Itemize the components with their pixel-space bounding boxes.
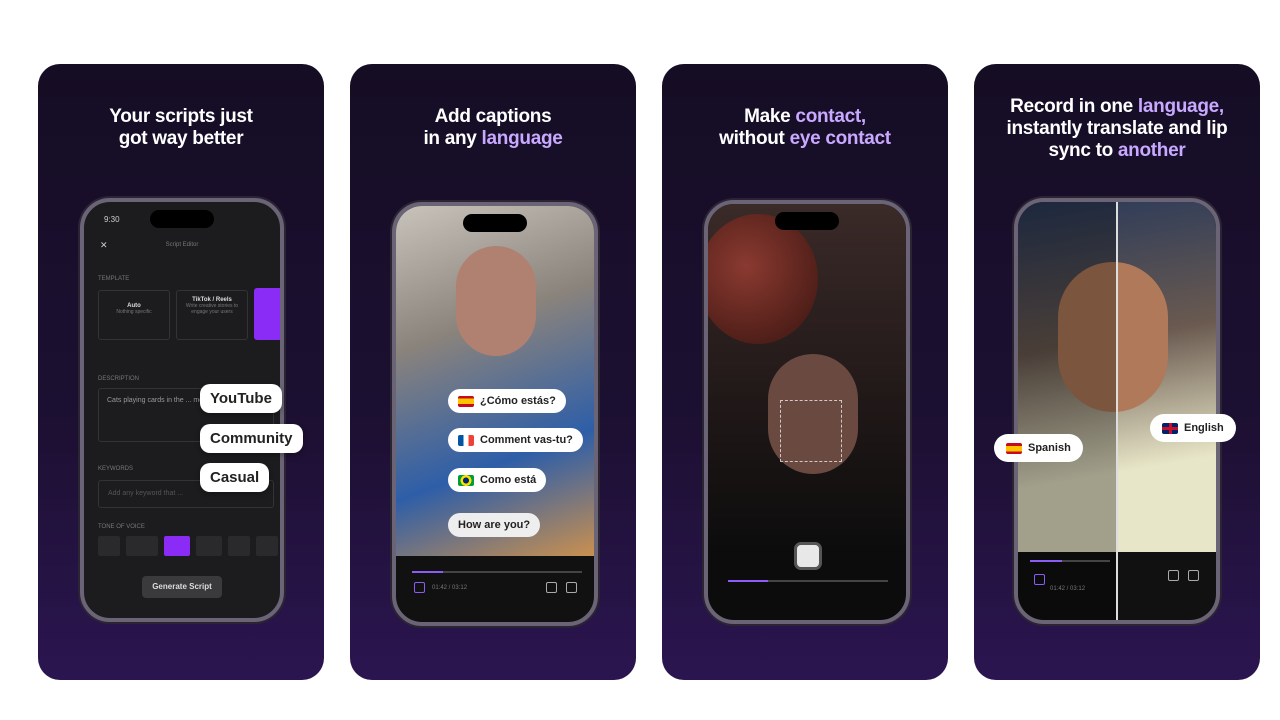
spain-flag-icon [1006, 442, 1022, 454]
title-accent: another [1117, 140, 1186, 161]
video-time: 01:42 / 03:12 [432, 585, 468, 591]
tone-option[interactable] [126, 536, 158, 556]
original-side-overlay [1018, 202, 1116, 620]
screenshot-card-captions: Add captions in any language 01:42 / 03:1… [350, 64, 636, 680]
phone-mockup [704, 200, 910, 624]
status-time: 9:30 [104, 215, 120, 224]
template-label: TEMPLATE [98, 276, 130, 282]
phone-mockup: 01:42 / 03:12 [1014, 198, 1220, 624]
title-accent: language, [1137, 96, 1224, 117]
language-text: Spanish [1028, 442, 1071, 454]
description-label: DESCRIPTION [98, 376, 140, 382]
title-line: Add captions [434, 106, 552, 127]
uk-flag-icon [1162, 422, 1178, 434]
progress-bar[interactable] [1030, 560, 1110, 562]
title-line: in any [423, 128, 482, 149]
title-line: got way better [118, 128, 244, 149]
face-placeholder [456, 246, 536, 356]
progress-bar[interactable] [412, 571, 582, 573]
tone-option[interactable] [98, 536, 120, 556]
language-text: English [1184, 422, 1224, 434]
title-accent: contact, [795, 106, 866, 127]
tone-pill: Casual [200, 463, 270, 492]
template-selected[interactable] [254, 288, 280, 340]
fullscreen-icon[interactable] [566, 582, 577, 593]
france-flag-icon [458, 434, 474, 446]
phone-mockup: 01:42 / 03:12 [392, 202, 598, 626]
tone-option[interactable] [196, 536, 222, 556]
screenshot-card-translate: Record in one language, instantly transl… [974, 64, 1260, 680]
dynamic-island [775, 212, 839, 230]
video-time: 01:42 / 03:12 [1050, 586, 1086, 592]
caption-bubble: Como está [448, 468, 547, 492]
template-tiktok[interactable]: TikTok / Reels Write creative stories to … [176, 290, 248, 340]
progress-fill [728, 580, 768, 582]
title-text: Make [744, 106, 796, 127]
title-line: Your scripts just [109, 106, 253, 127]
tone-option[interactable] [228, 536, 250, 556]
caption-text: ¿Cómo estás? [480, 395, 556, 407]
screenshot-card-eye-contact: Make contact, without eye contact [662, 64, 948, 680]
dynamic-island [463, 214, 527, 232]
record-button[interactable] [794, 542, 822, 570]
tone-options [98, 536, 278, 556]
caption-bubble: How are you? [448, 513, 541, 537]
tone-option[interactable] [256, 536, 278, 556]
screenshot-card-script: Your scripts just got way better 9:30 ✕ S… [38, 64, 324, 680]
language-label-english: English [1150, 414, 1236, 442]
title-accent: language [481, 128, 563, 149]
title-text: instantly translate and lip [1006, 118, 1228, 139]
face-tracking-frame [780, 400, 842, 462]
caption-text: How are you? [458, 519, 531, 531]
language-label-spanish: Spanish [994, 434, 1083, 462]
keywords-label: KEYWORDS [98, 466, 134, 472]
tone-option-selected[interactable] [164, 536, 190, 556]
card-title: Add captions in any language [350, 106, 636, 150]
caption-bubble: ¿Cómo estás? [448, 389, 566, 413]
card-title: Your scripts just got way better [38, 106, 324, 150]
caption-bubble: Comment vas-tu? [448, 428, 583, 452]
captions-icon[interactable] [1034, 574, 1045, 585]
title-text: without [719, 128, 790, 149]
progress-fill [1030, 560, 1062, 562]
audience-pill: Community [200, 424, 303, 453]
progress-bar[interactable] [728, 580, 888, 582]
brazil-flag-icon [458, 474, 474, 486]
spain-flag-icon [458, 395, 474, 407]
tone-label: TONE OF VOICE [98, 524, 145, 530]
generate-script-button[interactable]: Generate Script [142, 576, 222, 598]
caption-text: Como está [480, 474, 537, 486]
template-desc: Nothing specific [116, 309, 152, 315]
dynamic-island [150, 210, 214, 228]
fullscreen-icon[interactable] [1188, 570, 1199, 581]
card-title: Record in one language, instantly transl… [974, 96, 1260, 162]
trim-icon[interactable] [1168, 570, 1179, 581]
trim-icon[interactable] [546, 582, 557, 593]
platform-pill: YouTube [200, 384, 282, 413]
screen-header: Script Editor [165, 242, 199, 248]
template-desc: Write creative stories to engage your us… [185, 303, 239, 315]
title-accent: eye contact [789, 128, 892, 149]
title-text: sync to [1048, 140, 1118, 161]
captions-icon[interactable] [414, 582, 425, 593]
progress-fill [412, 571, 443, 573]
caption-text: Comment vas-tu? [480, 434, 573, 446]
template-auto[interactable]: Auto Nothing specific [98, 290, 170, 340]
card-title: Make contact, without eye contact [662, 106, 948, 150]
split-divider[interactable] [1116, 202, 1118, 620]
title-text: Record in one [1010, 96, 1138, 117]
